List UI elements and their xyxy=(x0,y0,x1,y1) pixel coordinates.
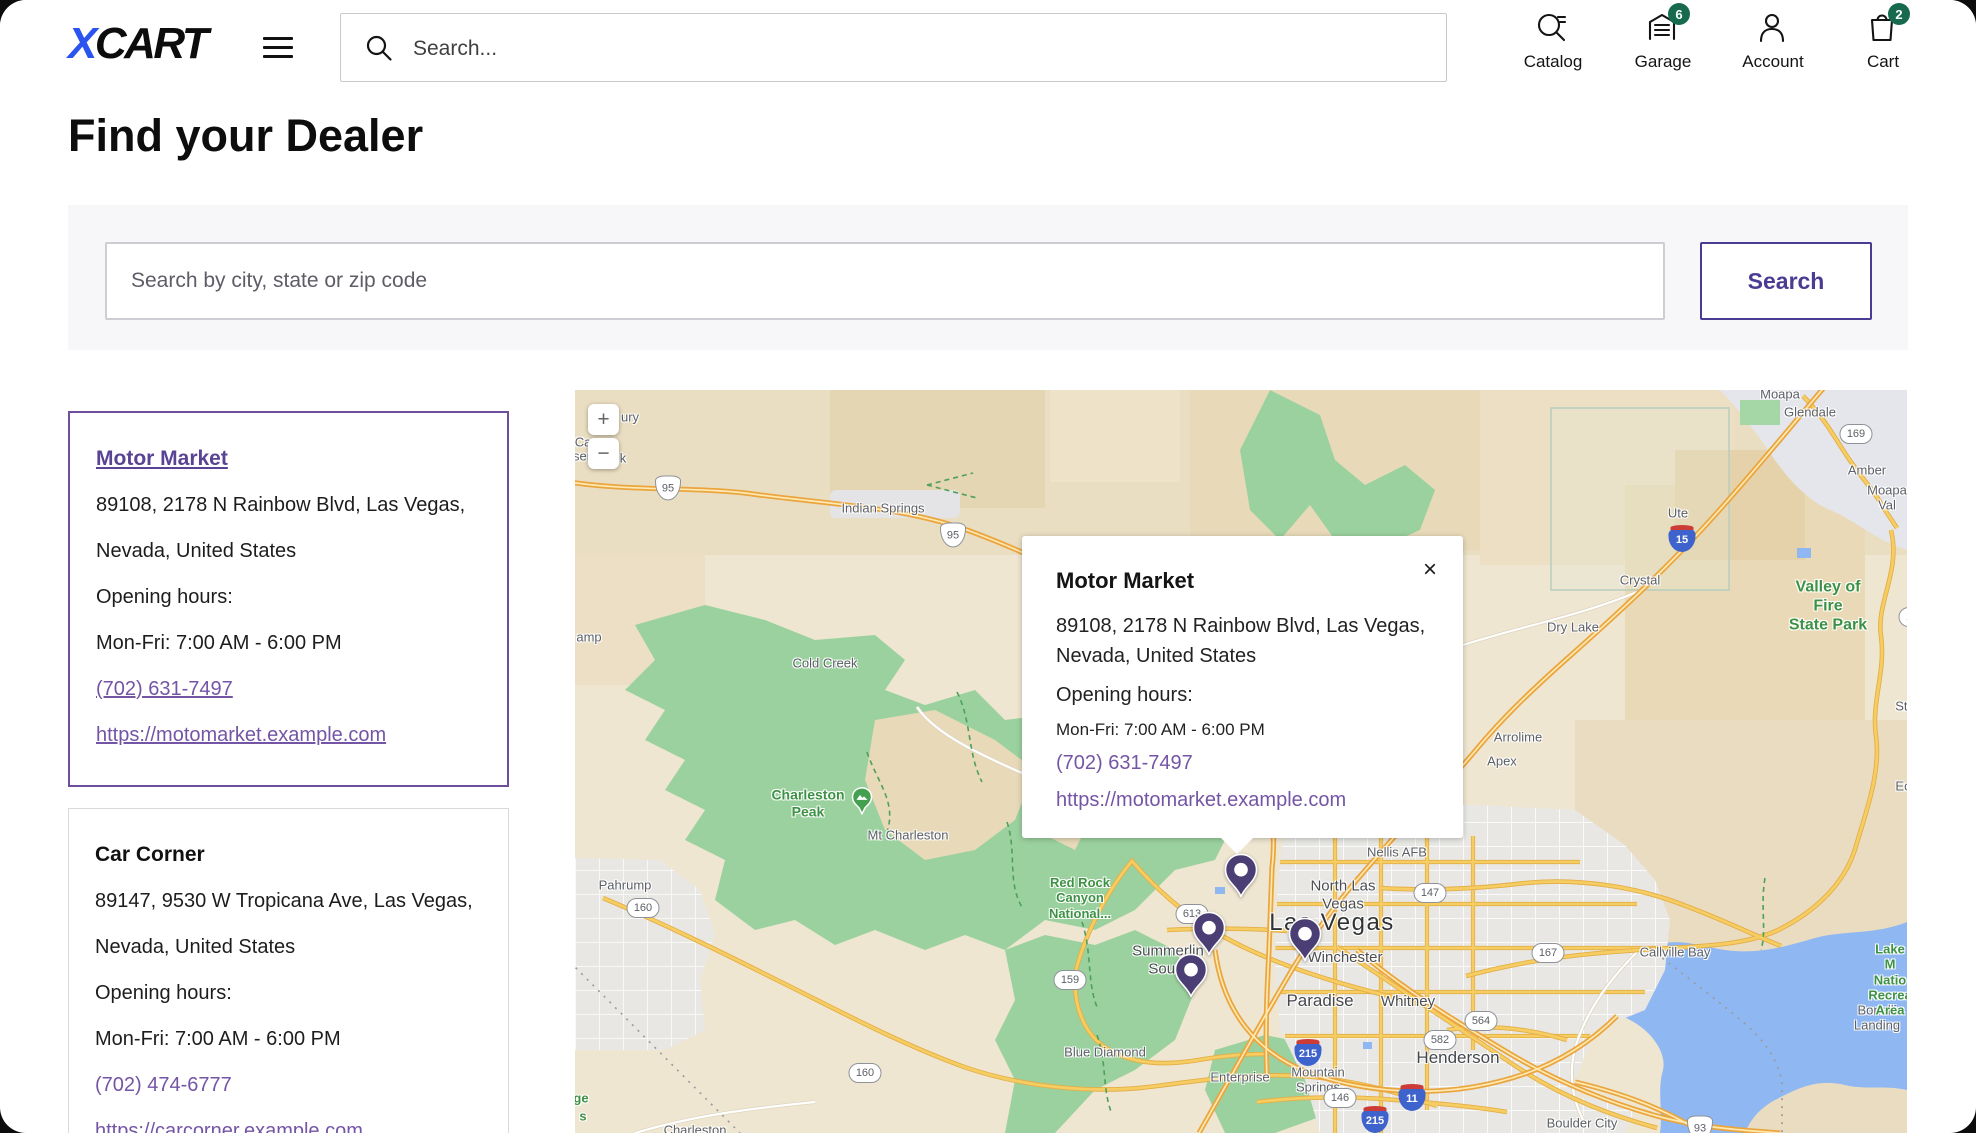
route-shield-160: 160 xyxy=(627,898,660,918)
zoom-in-button[interactable]: + xyxy=(588,404,619,435)
nav-item-label: Account xyxy=(1742,52,1803,72)
map-info-popup: × Motor Market 89108, 2178 N Rainbow Blv… xyxy=(1022,536,1463,838)
dealer-website-link[interactable]: https://motomarket.example.com xyxy=(96,724,481,747)
popup-close-icon[interactable]: × xyxy=(1423,558,1437,582)
dealer-phone-link[interactable]: (702) 474-6777 xyxy=(95,1074,482,1097)
garage-icon: 6 xyxy=(1645,11,1681,45)
map-pin-4[interactable] xyxy=(1174,953,1208,1002)
mountain-peak-icon xyxy=(851,787,873,820)
header-nav: Catalog 6 Garage Account 2 Cart xyxy=(1520,11,1916,72)
nav-item-label: Cart xyxy=(1867,52,1899,72)
top-bar: XCART Catalog 6 Garage Account 2 Cart xyxy=(0,0,1976,97)
route-shield-167: 167 xyxy=(1532,943,1565,963)
nav-item-label: Garage xyxy=(1635,52,1692,72)
popup-dealer-address: 89108, 2178 N Rainbow Blvd, Las Vegas, Ne… xyxy=(1056,611,1429,671)
popup-address-line2: Nevada, United States xyxy=(1056,645,1256,667)
logo-cart: CART xyxy=(95,19,206,68)
zoom-out-button[interactable]: − xyxy=(588,438,619,469)
nav-item-account[interactable]: Account xyxy=(1740,11,1806,72)
dealer-name-link[interactable]: Motor Market xyxy=(96,447,228,471)
account-icon xyxy=(1755,11,1791,45)
popup-hours-label: Opening hours: xyxy=(1056,684,1429,707)
nav-badge: 6 xyxy=(1668,3,1690,25)
popup-website-link[interactable]: https://motomarket.example.com xyxy=(1056,789,1429,812)
page-title: Find your Dealer xyxy=(68,110,423,162)
route-shield-582: 582 xyxy=(1424,1030,1457,1050)
popup-hours-value: Mon-Fri: 7:00 AM - 6:00 PM xyxy=(1056,720,1429,740)
dealer-card[interactable]: Car Corner 89147, 9530 W Tropicana Ave, L… xyxy=(68,808,509,1133)
map-pin-1[interactable] xyxy=(1224,853,1258,902)
dealer-card[interactable]: Motor Market 89108, 2178 N Rainbow Blvd, … xyxy=(68,411,509,787)
route-shield-564: 564 xyxy=(1465,1011,1498,1031)
dealer-locator-page: XCART Catalog 6 Garage Account 2 Cart Find yo… xyxy=(0,0,1976,1133)
dealer-address-line2: Nevada, United States xyxy=(96,540,481,563)
nav-item-label: Catalog xyxy=(1524,52,1583,72)
dealer-hours: Mon-Fri: 7:00 AM - 6:00 PM xyxy=(95,1028,482,1051)
catalog-icon xyxy=(1535,11,1571,45)
dealer-search-panel: Search xyxy=(68,205,1908,350)
xcart-logo[interactable]: XCART xyxy=(68,22,206,66)
nav-item-cart[interactable]: 2 Cart xyxy=(1850,11,1916,72)
map-pin-3[interactable] xyxy=(1288,917,1322,966)
route-shield-147: 147 xyxy=(1414,883,1447,903)
map-zoom-controls: + − xyxy=(588,404,619,469)
dealer-name-link[interactable]: Car Corner xyxy=(95,843,205,867)
nav-badge: 2 xyxy=(1888,3,1910,25)
dealer-phone-link[interactable]: (702) 631-7497 xyxy=(96,678,481,701)
hamburger-menu-icon[interactable] xyxy=(263,37,293,61)
global-search xyxy=(340,13,1447,82)
popup-phone-link[interactable]: (702) 631-7497 xyxy=(1056,752,1429,775)
dealer-hours-label: Opening hours: xyxy=(95,982,482,1005)
dealer-address-line1: 89108, 2178 N Rainbow Blvd, Las Vegas, xyxy=(96,494,481,517)
route-shield-93: 93 xyxy=(1687,1116,1713,1133)
search-icon xyxy=(365,34,393,67)
popup-address-line1: 89108, 2178 N Rainbow Blvd, Las Vegas, xyxy=(1056,615,1425,637)
logo-x: X xyxy=(68,19,95,68)
cart-icon: 2 xyxy=(1865,11,1901,45)
dealer-search-button[interactable]: Search xyxy=(1700,242,1872,320)
popup-dealer-name: Motor Market xyxy=(1056,568,1429,594)
nav-item-garage[interactable]: 6 Garage xyxy=(1630,11,1696,72)
route-shield-146: 146 xyxy=(1324,1088,1357,1108)
route-shield-160: 160 xyxy=(849,1063,882,1083)
dealer-hours-label: Opening hours: xyxy=(96,586,481,609)
route-shield-159: 159 xyxy=(1054,970,1087,990)
dealer-search-input[interactable] xyxy=(105,242,1665,320)
nav-item-catalog[interactable]: Catalog xyxy=(1520,11,1586,72)
dealer-list: Motor Market 89108, 2178 N Rainbow Blvd, … xyxy=(68,411,509,1133)
dealer-address-line2: Nevada, United States xyxy=(95,936,482,959)
popup-tail xyxy=(1220,837,1254,854)
route-shield-169: 169 xyxy=(1840,424,1873,444)
global-search-input[interactable] xyxy=(411,14,1415,83)
map[interactable]: + − Indian SpringsCold CreekMt Charlesto… xyxy=(575,390,1907,1133)
dealer-address-line1: 89147, 9530 W Tropicana Ave, Las Vegas, xyxy=(95,890,482,913)
dealer-hours: Mon-Fri: 7:00 AM - 6:00 PM xyxy=(96,632,481,655)
dealer-website-link[interactable]: https://carcorner.example.com xyxy=(95,1120,482,1133)
